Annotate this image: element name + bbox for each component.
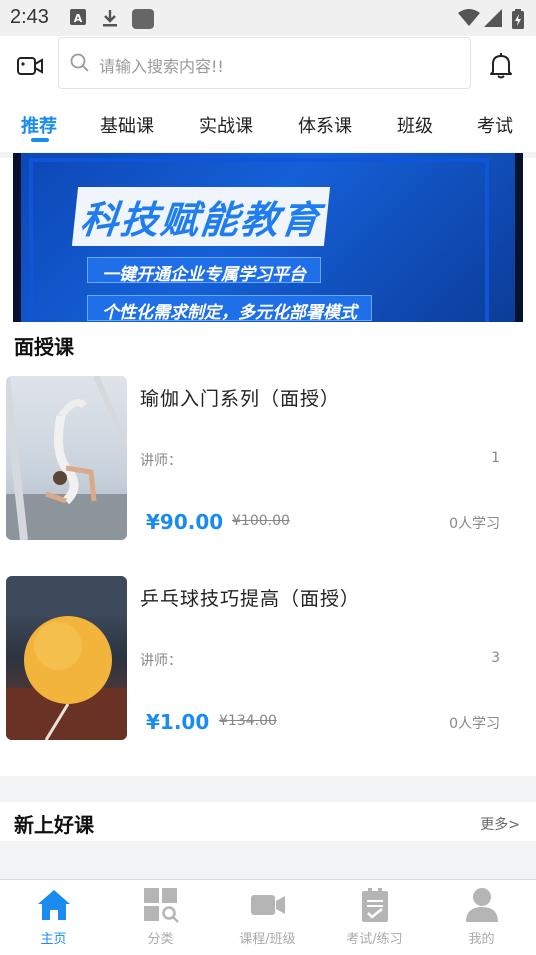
course-count: 3 [491,650,500,666]
course-learners: 0人学习 [449,516,500,532]
nav-label: 我的 [468,932,495,947]
more-link[interactable]: 更多> [480,814,520,834]
search-input[interactable]: 请输入搜索内容!! [58,37,471,89]
video-icon [251,895,285,915]
section-title-face-courses: 面授课 [14,335,74,359]
tab-basic[interactable]: 基础课 [100,112,154,138]
section-title-new-courses: 新上好课 [14,813,94,837]
nav-exam[interactable]: 考试/练习 [321,880,428,955]
course-title: 乒乓球技巧提高（面授） [140,588,361,610]
banner-title: 科技赋能教育 [71,187,331,246]
course-title: 瑜伽入门系列（面授） [140,388,341,410]
search-placeholder: 请输入搜索内容!! [99,57,224,76]
course-card[interactable]: 瑜伽入门系列（面授） 讲师： 1 ¥90.00 ¥100.00 0人学习 [0,372,536,542]
tab-system[interactable]: 体系课 [298,112,352,138]
category-tabs: 推荐 基础课 实战课 体系课 班级 考试 [0,100,536,152]
nav-home[interactable]: 主页 [0,880,107,955]
section-divider [0,776,536,802]
nav-category[interactable]: 分类 [107,880,214,955]
home-icon [38,890,70,920]
course-original-price: ¥100.00 [232,513,290,529]
header: 请输入搜索内容!! [0,36,536,94]
wifi-icon [458,9,480,26]
banner-line-2: 个性化需求制定，多元化部署模式 [87,295,372,322]
nav-label: 主页 [40,932,67,947]
course-price: ¥90.00 [146,510,224,534]
search-icon [70,53,89,72]
course-card[interactable]: 乒乓球技巧提高（面授） 讲师： 3 ¥1.00 ¥134.00 0人学习 [0,572,536,742]
status-bar: 2:43 A [0,0,536,36]
course-original-price: ¥134.00 [219,713,277,729]
active-tab-indicator [31,138,49,142]
app-notification-icon [132,9,154,29]
course-learners: 0人学习 [449,716,500,732]
teacher-label: 讲师： [140,453,182,469]
yoga-image [6,376,127,540]
text-notification-icon: A [70,9,86,25]
nav-label: 课程/班级 [239,932,296,947]
course-thumbnail-pingpong [6,576,127,740]
tab-practical[interactable]: 实战课 [199,112,253,138]
teacher-label: 讲师： [140,653,182,669]
tab-recommend[interactable]: 推荐 [21,112,57,138]
download-icon [103,10,117,27]
bottom-nav: 主页 分类 课程/班级 考试/练习 我的 [0,879,536,954]
pingpong-image [6,576,127,740]
clipboard-icon [362,888,388,922]
status-time: 2:43 [10,6,49,28]
profile-icon [466,888,498,922]
course-thumbnail-yoga [6,376,127,540]
banner-line-1: 一键开通企业专属学习平台 [87,257,321,285]
course-price: ¥1.00 [146,710,210,734]
signal-icon [484,9,502,27]
bell-icon[interactable] [488,52,514,80]
tab-class[interactable]: 班级 [397,112,433,138]
nav-profile[interactable]: 我的 [428,880,535,955]
tab-exam[interactable]: 考试 [477,112,513,138]
nav-label: 分类 [147,932,174,947]
course-count: 1 [491,450,500,466]
nav-label: 考试/练习 [346,932,403,947]
category-icon [144,888,179,923]
nav-courses[interactable]: 课程/班级 [214,880,321,955]
promo-banner[interactable]: 科技赋能教育 一键开通企业专属学习平台 个性化需求制定，多元化部署模式 [13,153,523,322]
video-camera-icon[interactable] [16,54,44,78]
svg-text:A: A [74,12,83,25]
section-divider [0,841,536,879]
battery-icon [512,9,524,29]
